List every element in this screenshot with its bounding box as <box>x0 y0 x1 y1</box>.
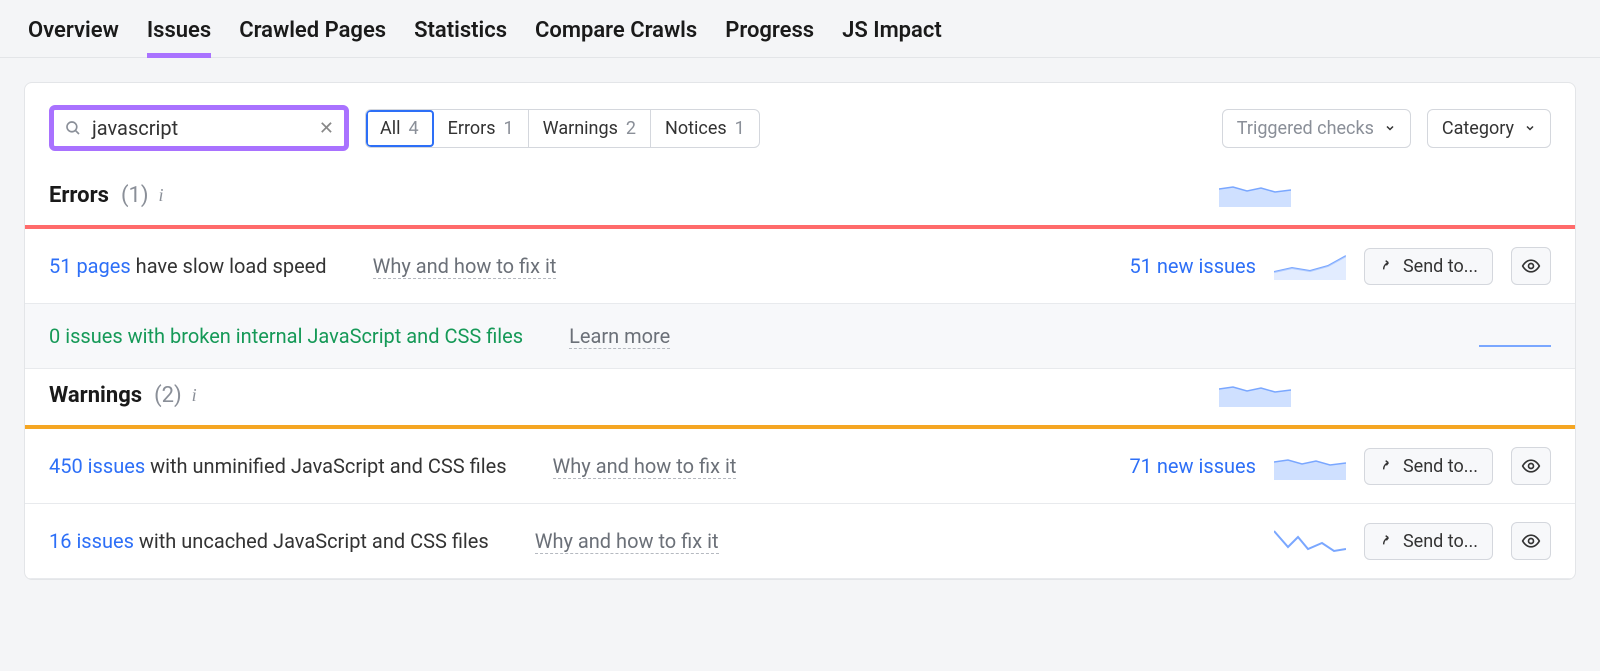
section-count: (1) <box>121 183 149 208</box>
share-arrow-icon <box>1379 258 1395 274</box>
filter-label: All <box>380 118 401 139</box>
tab-js-impact[interactable]: JS Impact <box>842 12 942 57</box>
share-arrow-icon <box>1379 458 1395 474</box>
why-link[interactable]: Why and how to fix it <box>535 529 719 554</box>
filter-label: Warnings <box>543 118 618 139</box>
sparkline <box>1219 179 1291 207</box>
visibility-button[interactable] <box>1511 247 1551 285</box>
new-issues-link[interactable]: 51 new issues <box>1129 254 1256 278</box>
tab-progress[interactable]: Progress <box>725 12 814 57</box>
send-to-button[interactable]: Send to... <box>1364 448 1493 485</box>
filter-count: 2 <box>626 118 636 139</box>
section-title: Errors <box>49 183 109 208</box>
sparkline <box>1479 322 1551 350</box>
search-value: javascript <box>92 116 309 140</box>
issue-row: 51 pages have slow load speed Why and how… <box>25 229 1575 304</box>
send-to-label: Send to... <box>1403 531 1478 552</box>
section-title: Warnings <box>49 383 142 408</box>
visibility-button[interactable] <box>1511 522 1551 560</box>
issue-count-link[interactable]: 16 issues <box>49 529 134 553</box>
tab-overview[interactable]: Overview <box>28 12 119 57</box>
eye-icon <box>1521 456 1541 476</box>
section-count: (2) <box>154 383 182 408</box>
send-to-label: Send to... <box>1403 456 1478 477</box>
filter-segments: All 4 Errors 1 Warnings 2 Notices 1 <box>365 109 760 148</box>
filter-label: Notices <box>665 118 727 139</box>
sparkline <box>1219 379 1291 407</box>
issues-panel: javascript ✕ All 4 Errors 1 Warnings 2 Notices… <box>24 82 1576 580</box>
chevron-down-icon <box>1384 122 1396 134</box>
clear-search-icon[interactable]: ✕ <box>319 118 334 139</box>
dropdown-label: Triggered checks <box>1237 118 1374 139</box>
filter-notices[interactable]: Notices 1 <box>651 110 759 147</box>
sparkline <box>1274 252 1346 280</box>
tab-compare-crawls[interactable]: Compare Crawls <box>535 12 697 57</box>
section-header: Warnings (2) i <box>25 369 1575 425</box>
issue-row: 16 issues with uncached JavaScript and C… <box>25 504 1575 579</box>
eye-icon <box>1521 256 1541 276</box>
filter-label: Errors <box>448 118 496 139</box>
filter-count: 4 <box>409 118 419 139</box>
triggered-checks-dropdown[interactable]: Triggered checks <box>1222 109 1411 148</box>
why-link[interactable]: Why and how to fix it <box>373 254 557 279</box>
info-icon[interactable]: i <box>159 185 164 206</box>
issue-text: 450 issues with unminified JavaScript an… <box>49 454 507 478</box>
issue-count-link[interactable]: 450 issues <box>49 454 145 478</box>
toolbar: javascript ✕ All 4 Errors 1 Warnings 2 Notices… <box>25 83 1575 169</box>
sparkline <box>1274 527 1346 555</box>
chevron-down-icon <box>1524 122 1536 134</box>
filter-count: 1 <box>735 118 745 139</box>
search-input[interactable]: javascript ✕ <box>49 105 349 151</box>
tab-crawled-pages[interactable]: Crawled Pages <box>239 12 386 57</box>
issue-text: 51 pages have slow load speed <box>49 254 327 278</box>
send-to-button[interactable]: Send to... <box>1364 248 1493 285</box>
filter-errors[interactable]: Errors 1 <box>434 110 529 147</box>
why-link[interactable]: Why and how to fix it <box>553 454 737 479</box>
nav-tabs: Overview Issues Crawled Pages Statistics Com… <box>0 0 1600 58</box>
share-arrow-icon <box>1379 533 1395 549</box>
filter-count: 1 <box>504 118 514 139</box>
new-issues-link[interactable]: 71 new issues <box>1129 454 1256 478</box>
issue-count-link[interactable]: 51 pages <box>49 254 131 278</box>
send-to-label: Send to... <box>1403 256 1478 277</box>
info-icon[interactable]: i <box>192 385 197 406</box>
filter-warnings[interactable]: Warnings 2 <box>529 110 651 147</box>
category-dropdown[interactable]: Category <box>1427 109 1551 148</box>
section-header: Errors (1) i <box>25 169 1575 225</box>
eye-icon <box>1521 531 1541 551</box>
tab-statistics[interactable]: Statistics <box>414 12 507 57</box>
issue-text: 16 issues with uncached JavaScript and C… <box>49 529 489 553</box>
send-to-button[interactable]: Send to... <box>1364 523 1493 560</box>
visibility-button[interactable] <box>1511 447 1551 485</box>
issue-row: 450 issues with unminified JavaScript an… <box>25 429 1575 504</box>
sparkline <box>1274 452 1346 480</box>
dropdown-label: Category <box>1442 118 1514 139</box>
filter-all[interactable]: All 4 <box>366 110 434 147</box>
search-icon <box>64 119 82 137</box>
tab-issues[interactable]: Issues <box>147 12 211 57</box>
why-link[interactable]: Learn more <box>569 324 670 349</box>
issue-row: 0 issues with broken internal JavaScript… <box>25 304 1575 369</box>
issue-text: 0 issues with broken internal JavaScript… <box>49 324 523 348</box>
